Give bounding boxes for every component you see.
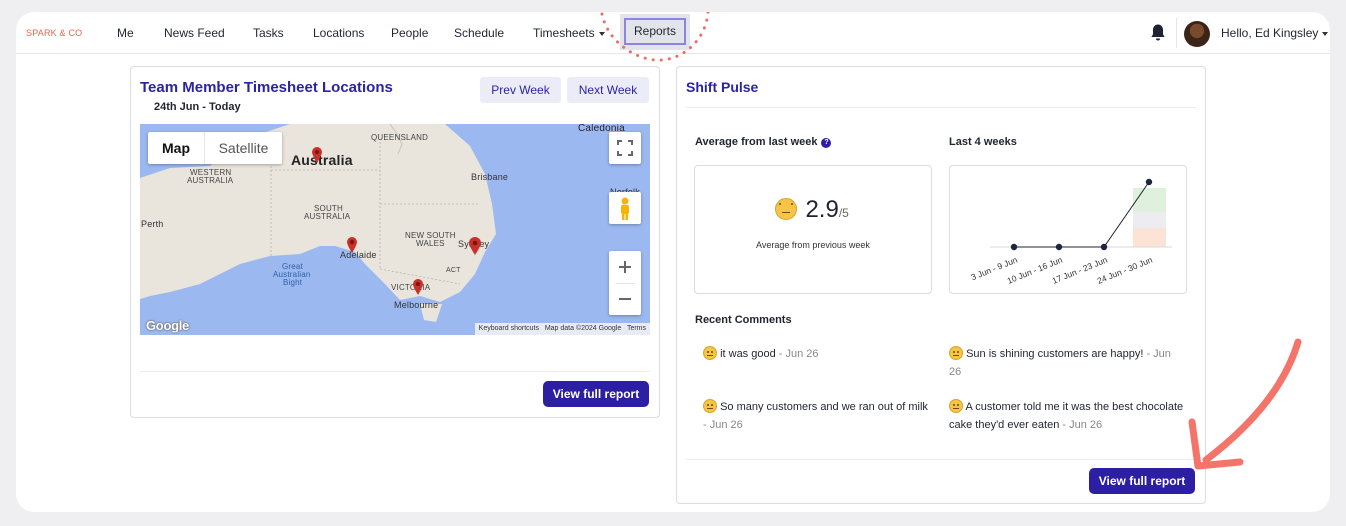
chart-band-neutral	[1133, 212, 1166, 228]
map-label: Melbourne	[394, 300, 439, 310]
average-score-box: 2.9/5 Average from previous week	[694, 165, 932, 294]
map-label: Brisbane	[471, 172, 509, 182]
comment-item: Sun is shining customers are happy! - Ju…	[949, 345, 1179, 381]
date-range: 24th Jun - Today	[154, 101, 241, 113]
map-label: AUSTRALIA	[304, 212, 351, 221]
map-label: Perth	[141, 219, 164, 229]
card-title: Team Member Timesheet Locations	[140, 79, 393, 96]
zoom-in-button[interactable]	[609, 251, 641, 283]
card-divider	[686, 459, 1196, 460]
comment-date: - Jun 26	[1059, 419, 1103, 431]
card-divider	[686, 107, 1196, 108]
comment-text: it was good	[720, 348, 776, 360]
next-week-button[interactable]: Next Week	[567, 77, 649, 103]
avatar[interactable]	[1184, 21, 1210, 47]
neutral-face-icon	[949, 346, 963, 360]
map-label: WALES	[416, 239, 445, 248]
map-label: ACT	[446, 267, 461, 274]
app-frame: SPARK & CO Me News Feed Tasks Locations …	[16, 12, 1330, 512]
zoom-controls	[609, 251, 641, 315]
neutral-face-icon	[703, 346, 717, 360]
terms-link[interactable]: Terms	[627, 325, 646, 332]
annotation-dotted-arc	[600, 12, 710, 62]
neutral-face-icon	[775, 198, 797, 220]
map-label: QUEENSLAND	[371, 133, 429, 142]
score-caption: Average from previous week	[756, 240, 870, 250]
annotation-arrow	[1188, 338, 1302, 470]
comment-item: it was good - Jun 26	[703, 345, 933, 363]
average-label-text: Average from last week	[695, 136, 818, 148]
map-pin-icon[interactable]	[412, 278, 424, 296]
nav-locations[interactable]: Locations	[313, 26, 364, 40]
card-divider	[140, 371, 650, 372]
zoom-out-button[interactable]	[609, 283, 641, 315]
chart-series-line	[1014, 181, 1150, 248]
comment-item: So many customers and we ran out of milk…	[703, 398, 933, 434]
map-type-map-button[interactable]: Map	[148, 132, 204, 164]
view-full-report-button[interactable]: View full report	[543, 381, 649, 407]
comment-item: A customer told me it was the best choco…	[949, 398, 1184, 434]
comment-date: - Jun 26	[775, 348, 819, 360]
map-pin-icon[interactable]	[311, 146, 323, 164]
timesheet-locations-card: Team Member Timesheet Locations 24th Jun…	[130, 66, 660, 418]
nav-people[interactable]: People	[391, 26, 428, 40]
brand-logo[interactable]: SPARK & CO	[26, 28, 82, 38]
map-label: VICTORIA	[391, 283, 431, 292]
score-display: 2.9/5	[775, 196, 849, 224]
nav-schedule[interactable]: Schedule	[454, 26, 504, 40]
keyboard-shortcuts-link[interactable]: Keyboard shortcuts	[479, 325, 539, 332]
prev-week-button[interactable]: Prev Week	[480, 77, 561, 103]
nav-timesheets[interactable]: Timesheets	[533, 26, 605, 40]
card-title: Shift Pulse	[686, 79, 759, 95]
bell-icon[interactable]	[1149, 23, 1167, 43]
street-view-button[interactable]	[609, 192, 641, 224]
comment-text: Sun is shining customers are happy!	[966, 348, 1144, 360]
fullscreen-button[interactable]	[609, 132, 641, 164]
map-pin-icon[interactable]	[346, 236, 358, 254]
nav-tasks[interactable]: Tasks	[253, 26, 284, 40]
line-chart: 3 Jun - 9 Jun10 Jun - 16 Jun17 Jun - 23 …	[969, 178, 1172, 286]
user-greeting: Hello, Ed Kingsley	[1221, 26, 1319, 40]
map-label: AUSTRALIA	[187, 176, 234, 185]
score-value: 2.9	[805, 196, 839, 223]
map-pin-icon[interactable]	[468, 236, 482, 256]
score-max: /5	[838, 206, 849, 220]
fullscreen-icon	[617, 140, 633, 156]
plus-icon	[619, 261, 631, 273]
minus-icon	[619, 298, 631, 300]
map-attribution: Keyboard shortcuts Map data ©2024 Google…	[474, 323, 650, 335]
chevron-down-icon	[1322, 31, 1329, 36]
chart-band-positive	[1133, 188, 1166, 212]
map-type-satellite-button[interactable]: Satellite	[204, 132, 282, 164]
chart-band-negative	[1133, 228, 1166, 247]
pegman-icon	[621, 197, 629, 220]
chart-point	[1010, 243, 1018, 251]
average-label: Average from last week?	[695, 136, 832, 148]
comment-text: So many customers and we ran out of milk	[720, 401, 928, 413]
last-4-weeks-label: Last 4 weeks	[949, 136, 1017, 148]
neutral-face-icon	[949, 399, 963, 413]
shift-pulse-card: Shift Pulse Average from last week? Last…	[676, 66, 1206, 504]
chart-point	[1145, 178, 1153, 186]
comment-date: - Jun 26	[703, 419, 743, 431]
map-data-text: Map data ©2024 Google	[544, 325, 622, 332]
chart-point	[1055, 243, 1063, 251]
nav-news-feed[interactable]: News Feed	[164, 26, 225, 40]
map-type-toggle: Map Satellite	[148, 132, 282, 164]
user-menu[interactable]: Hello, Ed Kingsley	[1221, 26, 1329, 40]
nav-timesheets-label: Timesheets	[533, 26, 595, 40]
last-4-weeks-chart: 3 Jun - 9 Jun 10 Jun - 16 Jun 17 Jun - 23 …	[949, 165, 1187, 294]
recent-comments-label: Recent Comments	[695, 314, 792, 326]
neutral-face-icon	[703, 399, 717, 413]
map-label: Bight	[283, 278, 303, 287]
nav-me[interactable]: Me	[117, 26, 134, 40]
map-view[interactable]: QUEENSLAND Caledonia Australia WESTERN A…	[140, 124, 650, 335]
chart-point	[1100, 243, 1108, 251]
help-icon[interactable]: ?	[821, 138, 832, 148]
nav-divider	[1176, 18, 1177, 48]
google-logo: Google	[146, 318, 189, 333]
